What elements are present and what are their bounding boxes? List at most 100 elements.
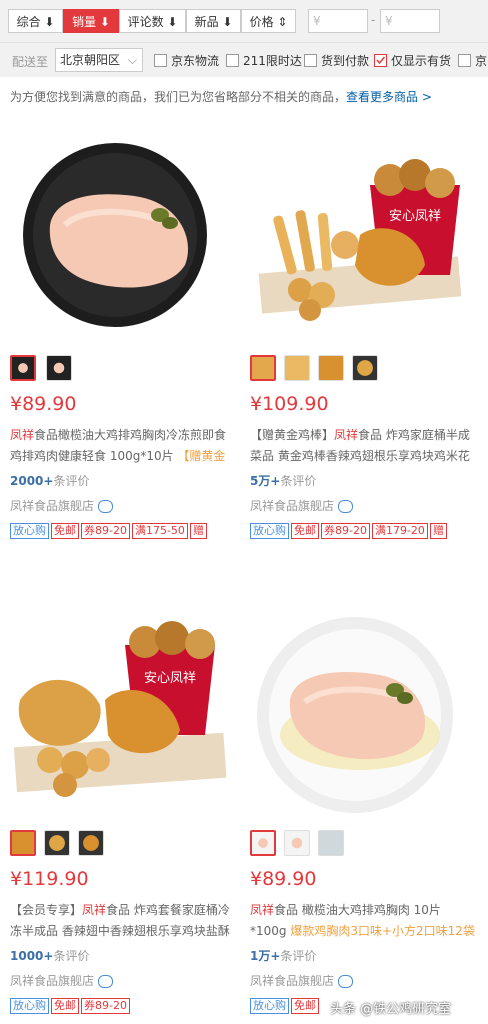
tag: 赠	[189, 523, 207, 539]
shop-name[interactable]: 凤祥食品旗舰店	[250, 497, 354, 514]
product-price: ¥109.90	[250, 393, 329, 415]
product-image[interactable]	[250, 600, 480, 820]
shop-label: 凤祥食品旗舰店	[10, 499, 95, 513]
more-products-link[interactable]: 查看更多商品 >	[346, 90, 432, 104]
tag: 满179-20	[371, 523, 428, 539]
bucket-text: 安心凤祥	[144, 671, 196, 686]
product-title[interactable]: 【会员专享】凤祥食品 炸鸡套餐家庭桶冷冻半成品 香辣翅中香辣翅根乐享鸡块盐酥	[10, 900, 235, 942]
shop-name[interactable]: 凤祥食品旗舰店	[10, 972, 114, 989]
tag: 免邮	[51, 523, 79, 539]
thumbnail[interactable]	[44, 830, 70, 856]
checkmark-icon	[376, 56, 386, 65]
checkbox-more[interactable]	[458, 54, 471, 67]
tag-list: 放心购 免邮 券89-20 满175-50 赠	[10, 523, 209, 539]
checkbox-211[interactable]	[226, 54, 239, 67]
tag: 券89-20	[81, 523, 130, 539]
ship-to-label: 配送至	[12, 55, 49, 69]
product-image[interactable]	[10, 125, 240, 345]
tag: 满175-50	[131, 523, 188, 539]
sort-price-button[interactable]: 价格 ⇕	[241, 9, 296, 33]
product-title[interactable]: 【赠黄金鸡棒】凤祥食品 炸鸡家庭桶半成菜品 黄金鸡棒香辣鸡翅根乐享鸡块鸡米花	[250, 425, 475, 467]
product-price: ¥89.90	[10, 393, 77, 415]
reviews[interactable]: 2000+条评价	[10, 472, 89, 489]
checkbox-jd-logistics[interactable]	[154, 54, 167, 67]
chat-icon[interactable]	[338, 975, 354, 988]
thumbnail[interactable]	[78, 830, 104, 856]
reviews[interactable]: 5万+条评价	[250, 472, 316, 489]
sort-sales-button[interactable]: 销量 ⬇	[63, 9, 119, 33]
reviews-count: 1万+	[250, 949, 281, 963]
tag-list: 放心购 免邮 券89-20 满179-20 赠	[250, 523, 449, 539]
thumbnail[interactable]	[250, 355, 276, 381]
product-title[interactable]: 凤祥食品 橄榄油大鸡排鸡胸肉 10片 *100g 爆款鸡胸肉3口味+小方2口味1…	[250, 900, 475, 942]
reviews-count: 2000+	[10, 474, 54, 488]
title-prefix: 【赠黄金鸡棒】	[250, 428, 335, 442]
tag: 免邮	[51, 998, 79, 1014]
thumbnail[interactable]	[318, 355, 344, 381]
thumbnail[interactable]	[46, 355, 72, 381]
shop-name[interactable]: 凤祥食品旗舰店	[10, 497, 114, 514]
tag: 免邮	[291, 523, 319, 539]
shop-label: 凤祥食品旗舰店	[250, 499, 335, 513]
checkbox-label: 211限时达	[243, 54, 302, 68]
checkbox-in-stock[interactable]	[374, 54, 387, 67]
product-card[interactable]: ¥89.90 凤祥食品 橄榄油大鸡排鸡胸肉 10片 *100g 爆款鸡胸肉3口味…	[250, 600, 480, 1024]
title-prefix: 【会员专享】	[10, 903, 83, 917]
watermark: 头条 @铁公鸡研究室	[330, 1002, 452, 1017]
product-card[interactable]: 安心凤祥 ¥119.90 【会员专享】凤祥食品 炸鸡套餐家庭桶冷冻半成品 香辣翅…	[10, 600, 240, 1024]
product-price: ¥119.90	[10, 868, 89, 890]
thumbnail[interactable]	[284, 355, 310, 381]
notice-text: 为方便您找到满意的商品，我们已为您省略部分不相关的商品，	[10, 90, 347, 104]
thumbnail[interactable]	[352, 355, 378, 381]
price-max-input[interactable]: ¥	[380, 9, 440, 33]
checkbox-label: 京	[475, 54, 488, 68]
shop-label: 凤祥食品旗舰店	[10, 974, 95, 988]
product-price: ¥89.90	[250, 868, 317, 890]
reviews-label: 条评价	[280, 474, 317, 488]
tag: 券89-20	[321, 523, 370, 539]
location-select[interactable]: 北京朝阳区 ⌵	[55, 48, 143, 72]
sort-bar: 综合 ⬇ 销量 ⬇ 评论数 ⬇ 新品 ⬇ 价格 ⇕ ¥ - ¥	[0, 0, 488, 43]
thumbnail[interactable]	[10, 830, 36, 856]
reviews[interactable]: 1000+条评价	[10, 947, 89, 964]
reviews-label: 条评价	[53, 949, 90, 963]
brand-name: 凤祥	[10, 428, 35, 442]
tag: 放心购	[10, 998, 49, 1014]
reviews-count: 1000+	[10, 949, 54, 963]
chat-icon[interactable]	[338, 500, 354, 513]
shop-label: 凤祥食品旗舰店	[250, 974, 335, 988]
sort-reviews-button[interactable]: 评论数 ⬇	[119, 9, 186, 33]
sort-new-button[interactable]: 新品 ⬇	[186, 9, 241, 33]
checkbox-label: 仅显示有货	[391, 54, 452, 68]
brand-name: 凤祥	[250, 903, 275, 917]
thumbnail[interactable]	[318, 830, 344, 856]
reviews-count: 5万+	[250, 474, 281, 488]
price-separator: -	[371, 13, 376, 27]
product-image[interactable]: 安心凤祥	[10, 600, 240, 820]
sort-default-button[interactable]: 综合 ⬇	[8, 9, 63, 33]
chevron-down-icon: ⌵	[127, 53, 137, 67]
tag-list: 放心购 免邮 券89-20	[10, 998, 132, 1014]
reviews[interactable]: 1万+条评价	[250, 947, 316, 964]
chat-icon[interactable]	[98, 975, 114, 988]
tag-list: 放心购 免邮	[250, 998, 321, 1014]
location-value: 北京朝阳区	[60, 53, 121, 67]
product-title[interactable]: 凤祥食品橄榄油大鸡排鸡胸肉冷冻煎即食鸡排鸡肉健康轻食 100g*10片 【赠黄金	[10, 425, 235, 467]
tag: 放心购	[250, 998, 289, 1014]
product-card[interactable]: 安心凤祥 ¥109.90 【赠黄金鸡棒】凤祥食品 炸鸡家庭桶半成菜品 黄金鸡棒香…	[250, 125, 480, 555]
shop-name[interactable]: 凤祥食品旗舰店	[250, 972, 354, 989]
notice-bar: 为方便您找到满意的商品，我们已为您省略部分不相关的商品，查看更多商品 >	[10, 88, 432, 105]
filter-bar: 配送至 北京朝阳区 ⌵ 京东物流 211限时达 货到付款 仅显示有货 京	[0, 43, 488, 77]
price-min-input[interactable]: ¥	[308, 9, 368, 33]
thumbnail[interactable]	[10, 355, 36, 381]
title-promo: 【赠黄金	[177, 449, 226, 463]
checkbox-cod[interactable]	[304, 54, 317, 67]
chat-icon[interactable]	[98, 500, 114, 513]
product-image[interactable]: 安心凤祥	[250, 125, 480, 345]
product-card[interactable]: ¥89.90 凤祥食品橄榄油大鸡排鸡胸肉冷冻煎即食鸡排鸡肉健康轻食 100g*1…	[10, 125, 240, 555]
tag: 放心购	[250, 523, 289, 539]
reviews-label: 条评价	[280, 949, 317, 963]
thumbnail[interactable]	[284, 830, 310, 856]
thumbnail[interactable]	[250, 830, 276, 856]
checkbox-label: 货到付款	[321, 54, 370, 68]
